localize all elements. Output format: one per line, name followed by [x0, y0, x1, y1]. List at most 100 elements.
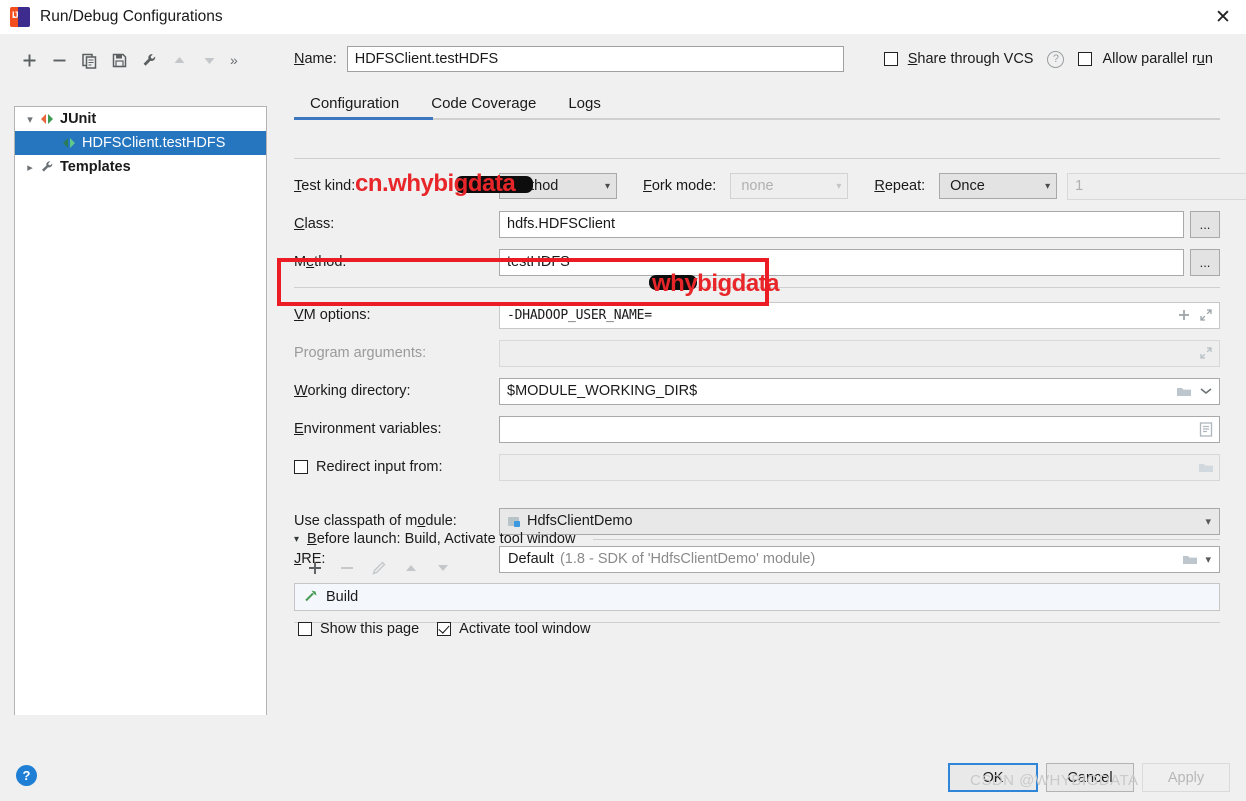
- remove-configuration-button[interactable]: [44, 46, 74, 74]
- chevron-down-icon[interactable]: ▾: [294, 534, 299, 545]
- name-label: Name:: [294, 51, 337, 67]
- activate-tool-window-checkbox[interactable]: [437, 622, 452, 636]
- form-separator: [294, 287, 1220, 288]
- env-list-icon[interactable]: [1195, 421, 1217, 437]
- chevron-down-icon[interactable]: ▾: [21, 113, 39, 126]
- show-this-page-checkbox[interactable]: [298, 622, 312, 636]
- redirect-input-label[interactable]: Redirect input from:: [316, 459, 443, 475]
- test-kind-value: Method: [510, 178, 559, 194]
- environment-variables-label: Environment variables:: [294, 421, 442, 437]
- tab-logs[interactable]: Logs: [552, 95, 617, 120]
- before-launch-header[interactable]: ▾ Before launch: Build, Activate tool wi…: [294, 531, 1220, 547]
- move-down-button[interactable]: [194, 46, 224, 74]
- apply-button[interactable]: Apply: [1142, 763, 1230, 792]
- configurations-tree[interactable]: ▾ JUnit HDFSClient.testHDFS ▸ Templates: [14, 106, 267, 786]
- remove-task-button[interactable]: [332, 554, 362, 582]
- program-arguments-input[interactable]: [499, 339, 1220, 367]
- help-icon[interactable]: ?: [16, 765, 37, 786]
- share-through-vcs-checkbox[interactable]: [883, 52, 898, 66]
- window-title: Run/Debug Configurations: [40, 8, 223, 25]
- tab-bar: Configuration Code Coverage Logs: [294, 86, 1246, 120]
- chevron-down-icon[interactable]: ▾: [1201, 515, 1215, 528]
- redirect-input-row: Redirect input from:: [294, 452, 1220, 482]
- fork-mode-label: Fork mode:: [643, 178, 717, 194]
- add-task-button[interactable]: [300, 554, 330, 582]
- vm-options-input[interactable]: -DHADOOP_USER_NAME=: [499, 301, 1220, 329]
- environment-variables-input[interactable]: [499, 415, 1220, 443]
- before-launch-section: ▾ Before launch: Build, Activate tool wi…: [294, 531, 1220, 637]
- tree-item-label: HDFSClient.testHDFS: [82, 135, 226, 151]
- chevron-right-icon[interactable]: ▸: [21, 161, 39, 174]
- configurations-toolbar: »: [0, 44, 280, 76]
- move-up-button[interactable]: [164, 46, 194, 74]
- redirect-input-field[interactable]: [499, 453, 1220, 481]
- wrench-icon[interactable]: [134, 46, 164, 74]
- folder-icon[interactable]: [1195, 461, 1217, 474]
- show-this-page-label[interactable]: Show this page: [320, 621, 419, 637]
- name-input[interactable]: HDFSClient.testHDFS: [346, 46, 844, 72]
- before-launch-task-label: Build: [326, 589, 359, 605]
- expand-icon[interactable]: [1195, 308, 1217, 322]
- chevron-down-icon[interactable]: [1195, 386, 1217, 396]
- repeat-dropdown[interactable]: Once ▾: [939, 173, 1058, 199]
- tree-item-label: JUnit: [60, 111, 97, 127]
- before-launch-toolbar: [294, 553, 1220, 583]
- tree-item-junit[interactable]: ▾ JUnit: [15, 107, 266, 131]
- test-kind-dropdown[interactable]: Method ▾: [499, 173, 617, 199]
- title-bar: IJ Run/Debug Configurations ✕: [0, 0, 1246, 34]
- allow-parallel-run-label[interactable]: Allow parallel run: [1102, 51, 1212, 67]
- copy-configuration-button[interactable]: [74, 46, 104, 74]
- move-task-up-button[interactable]: [396, 554, 426, 582]
- class-input[interactable]: hdfs.HDFSClient: [499, 210, 1184, 238]
- repeat-count-input[interactable]: 1: [1067, 172, 1246, 200]
- help-icon[interactable]: ?: [1047, 50, 1065, 68]
- tab-active-indicator: [294, 117, 433, 120]
- intellij-idea-icon: IJ: [10, 7, 30, 27]
- redirect-input-label-group: Redirect input from:: [294, 459, 499, 475]
- move-task-down-button[interactable]: [428, 554, 458, 582]
- share-through-vcs-label[interactable]: Share through VCS: [908, 51, 1034, 67]
- fork-mode-dropdown[interactable]: none ▾: [730, 173, 849, 199]
- tree-item-hdfsclient-testhdfs[interactable]: HDFSClient.testHDFS: [15, 131, 266, 155]
- junit-icon: [39, 112, 55, 126]
- before-launch-title: Before launch: Build, Activate tool wind…: [307, 531, 576, 547]
- working-directory-label: Working directory:: [294, 383, 411, 399]
- working-directory-input[interactable]: $MODULE_WORKING_DIR$: [499, 377, 1220, 405]
- pencil-icon[interactable]: [364, 554, 394, 582]
- fork-mode-value: none: [741, 178, 774, 194]
- repeat-value: Once: [950, 178, 985, 194]
- redirect-input-checkbox[interactable]: [294, 460, 308, 474]
- class-label: Class:: [294, 216, 335, 232]
- chevron-down-icon: ▾: [604, 180, 610, 192]
- chevron-down-icon: ▾: [836, 180, 842, 192]
- save-configuration-button[interactable]: [104, 46, 134, 74]
- allow-parallel-run-checkbox[interactable]: [1078, 52, 1093, 66]
- method-input[interactable]: testHDFS: [499, 248, 1184, 276]
- method-label: Method:: [294, 254, 347, 270]
- vm-options-label: VM options:: [294, 307, 371, 323]
- chevron-down-icon: ▾: [1045, 180, 1051, 192]
- activate-tool-window-label[interactable]: Activate tool window: [459, 621, 590, 637]
- configuration-editor: Name: HDFSClient.testHDFS Share through …: [280, 34, 1246, 749]
- csdn-watermark: CSDN @WHYBIGDATA: [970, 772, 1139, 789]
- tree-item-templates[interactable]: ▸ Templates: [15, 155, 266, 179]
- environment-variables-row: Environment variables:: [294, 414, 1220, 444]
- folder-icon[interactable]: [1173, 385, 1195, 398]
- class-browse-button[interactable]: ...: [1190, 210, 1220, 238]
- before-launch-options: Show this page Activate tool window: [294, 621, 1220, 637]
- dialog-body: » ▾ JUnit HDFSClient.testHDFS ▸ Template…: [0, 34, 1246, 786]
- before-launch-task-row[interactable]: Build: [294, 583, 1220, 611]
- tree-item-label: Templates: [60, 159, 131, 175]
- class-row: Class: hdfs.HDFSClient ...: [294, 209, 1220, 239]
- working-directory-value: $MODULE_WORKING_DIR$: [507, 383, 698, 399]
- before-launch-divider: [593, 538, 1220, 540]
- add-configuration-button[interactable]: [14, 46, 44, 74]
- tab-code-coverage[interactable]: Code Coverage: [415, 95, 552, 120]
- close-icon[interactable]: ✕: [1200, 0, 1246, 34]
- plus-icon[interactable]: [1173, 308, 1195, 322]
- more-options-button[interactable]: »: [230, 52, 238, 68]
- method-browse-button[interactable]: ...: [1190, 248, 1220, 276]
- configurations-panel: » ▾ JUnit HDFSClient.testHDFS ▸ Template…: [0, 34, 280, 786]
- expand-icon[interactable]: [1195, 346, 1217, 360]
- vm-options-value: -DHADOOP_USER_NAME=: [507, 307, 652, 323]
